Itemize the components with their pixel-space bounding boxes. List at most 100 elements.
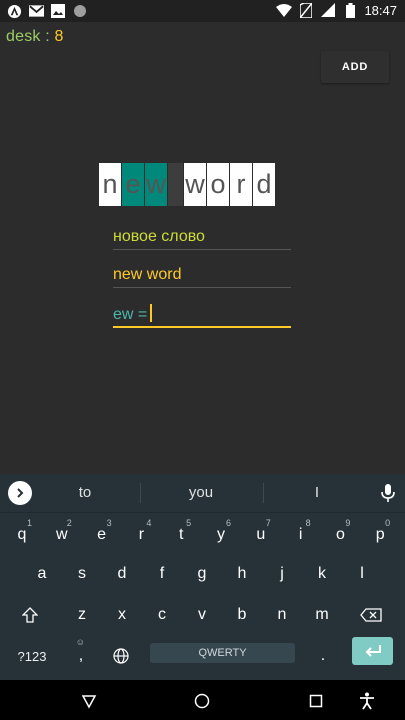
comma-label: ,	[78, 647, 84, 664]
suggestion-1[interactable]: to	[55, 484, 115, 501]
key-e[interactable]: 3e	[85, 516, 119, 554]
letter-tile: w	[145, 163, 167, 206]
backspace-icon	[360, 608, 382, 622]
key-i[interactable]: 8i	[284, 516, 318, 554]
suggestion-divider	[140, 483, 141, 503]
letter-tile: e	[122, 163, 144, 206]
letter-tile: n	[99, 163, 121, 206]
desk-label: desk :	[6, 28, 50, 45]
key-o[interactable]: 9o	[323, 516, 357, 554]
accessibility-icon	[360, 692, 374, 710]
key-hint: 2	[66, 518, 72, 528]
mic-icon[interactable]	[380, 483, 396, 503]
shift-icon	[22, 607, 38, 623]
key-c[interactable]: c	[145, 596, 179, 634]
key-row-1: 1q2w3e4r5t6y7u8i9o0p	[0, 516, 405, 554]
key-q[interactable]: 1q	[5, 516, 39, 554]
accessibility-button[interactable]	[356, 690, 378, 712]
word-field: new word	[113, 266, 291, 288]
word-text: new word	[113, 266, 182, 283]
key-p[interactable]: 0p	[363, 516, 397, 554]
image-icon	[50, 3, 66, 19]
key-n[interactable]: n	[265, 596, 299, 634]
key-row-2: asdfghjkl	[0, 555, 405, 593]
back-triangle-icon	[81, 695, 97, 709]
key-w[interactable]: 2w	[45, 516, 79, 554]
key-r[interactable]: 4r	[124, 516, 158, 554]
space-bar[interactable]: QWERTY	[150, 643, 295, 663]
key-b[interactable]: b	[225, 596, 259, 634]
key-hint: 7	[265, 518, 271, 528]
suggestion-divider	[263, 483, 264, 503]
key-u[interactable]: 7u	[244, 516, 278, 554]
key-y[interactable]: 6y	[204, 516, 238, 554]
key-hint: 0	[385, 518, 391, 528]
key-hint: 5	[186, 518, 192, 528]
desk-counter: desk : 8	[6, 28, 64, 46]
key-s[interactable]: s	[65, 555, 99, 593]
key-z[interactable]: z	[65, 596, 99, 634]
enter-icon	[365, 645, 381, 657]
period-key[interactable]: .	[306, 637, 340, 675]
clock: 18:47	[364, 2, 397, 18]
wifi-icon	[276, 2, 293, 18]
key-t[interactable]: 5t	[164, 516, 198, 554]
suggestion-strip: to you I	[0, 474, 405, 513]
home-circle-icon	[194, 693, 210, 709]
key-f[interactable]: f	[145, 555, 179, 593]
key-label: u	[256, 526, 266, 543]
add-button[interactable]: ADD	[321, 51, 389, 83]
key-label: w	[56, 526, 68, 543]
answer-input[interactable]: ew =	[113, 304, 291, 328]
suggestion-3[interactable]: I	[287, 484, 347, 501]
key-d[interactable]: d	[105, 555, 139, 593]
translation-underline	[113, 249, 291, 250]
key-label: t	[178, 526, 184, 543]
symbols-key[interactable]: ?123	[14, 637, 50, 675]
app-a-icon	[6, 3, 22, 19]
key-label: y	[217, 526, 225, 543]
key-hint: 6	[225, 518, 231, 528]
key-hint: 8	[305, 518, 311, 528]
key-a[interactable]: a	[25, 555, 59, 593]
key-label: p	[375, 526, 385, 543]
key-h[interactable]: h	[225, 555, 259, 593]
tile-space	[168, 163, 183, 206]
key-m[interactable]: m	[305, 596, 339, 634]
key-label: q	[17, 526, 27, 543]
enter-key[interactable]	[352, 637, 393, 665]
suggestion-2[interactable]: you	[171, 484, 231, 501]
desk-count: 8	[54, 28, 64, 45]
key-x[interactable]: x	[105, 596, 139, 634]
back-button[interactable]	[78, 690, 100, 712]
gmail-icon	[28, 3, 44, 19]
globe-icon	[113, 648, 129, 664]
text-cursor	[150, 304, 153, 322]
recents-button[interactable]	[305, 690, 327, 712]
navigation-bar	[0, 680, 405, 720]
letter-tile: o	[207, 163, 229, 206]
letter-tiles: newword	[99, 163, 275, 206]
home-button[interactable]	[191, 690, 213, 712]
suggestion-expand-button[interactable]	[8, 481, 32, 505]
key-row-3: zxcvbnm	[0, 596, 405, 634]
language-key[interactable]	[104, 637, 138, 675]
key-j[interactable]: j	[265, 555, 299, 593]
comma-key[interactable]: ☺ ,	[64, 637, 98, 675]
key-k[interactable]: k	[305, 555, 339, 593]
key-hint: 1	[26, 518, 32, 528]
key-label: i	[298, 526, 303, 543]
key-hint: 4	[146, 518, 152, 528]
emoji-hint: ☺	[75, 637, 85, 647]
answer-input-text: ew =	[113, 306, 148, 323]
key-g[interactable]: g	[185, 555, 219, 593]
key-v[interactable]: v	[185, 596, 219, 634]
backspace-key[interactable]	[354, 596, 388, 634]
chevron-right-icon	[17, 488, 24, 498]
key-hint: 3	[106, 518, 112, 528]
key-l[interactable]: l	[345, 555, 379, 593]
key-label: e	[97, 526, 107, 543]
shift-key[interactable]	[13, 596, 47, 634]
app-content: desk : 8 ADD newword новое слово new wor…	[0, 22, 405, 474]
key-label: r	[138, 526, 145, 543]
